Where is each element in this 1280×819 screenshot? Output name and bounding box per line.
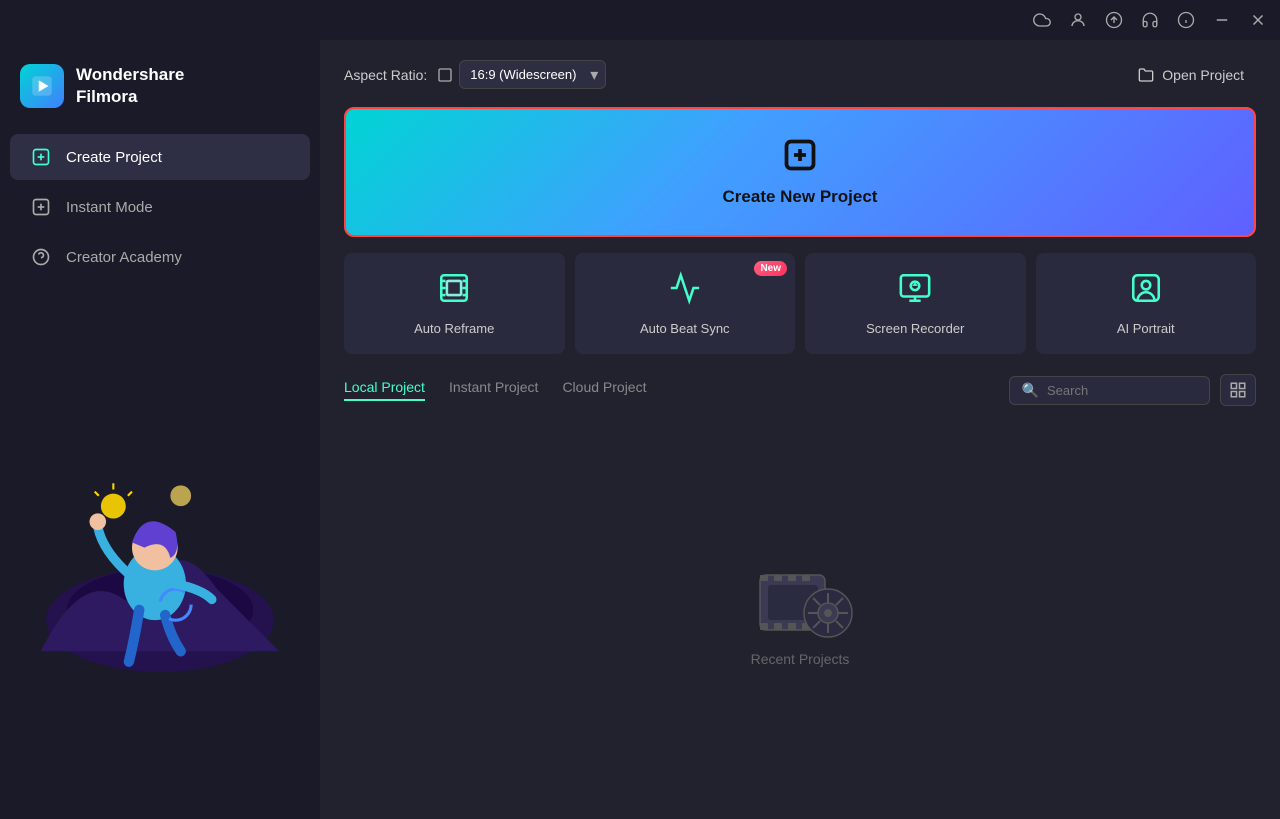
search-input[interactable] (1047, 383, 1197, 398)
grid-view-button[interactable] (1220, 374, 1256, 406)
sidebar-item-instant-mode-label: Instant Mode (66, 199, 153, 216)
sidebar: Wondershare Filmora Create Project Insta… (0, 40, 320, 819)
content-area: Aspect Ratio: 16:9 (Widescreen) 4:3 1:1 … (320, 40, 1280, 819)
ai-portrait-icon (1129, 271, 1163, 313)
sidebar-item-creator-academy-label: Creator Academy (66, 249, 182, 266)
search-area: 🔍 (1009, 374, 1256, 406)
auto-reframe-icon (437, 271, 471, 313)
sidebar-illustration (0, 282, 320, 803)
feature-card-ai-portrait[interactable]: AI Portrait (1036, 253, 1257, 354)
search-icon: 🔍 (1022, 382, 1039, 399)
open-project-button[interactable]: Open Project (1126, 61, 1256, 89)
main-layout: Wondershare Filmora Create Project Insta… (0, 40, 1280, 819)
create-banner-icon (782, 137, 818, 181)
title-bar (0, 0, 1280, 40)
screen-recorder-icon (898, 271, 932, 313)
empty-projects-icon (750, 555, 850, 635)
minimize-icon[interactable] (1212, 10, 1232, 30)
aspect-ratio-label: Aspect Ratio: (344, 67, 427, 83)
project-section: Local Project Instant Project Cloud Proj… (344, 374, 1256, 799)
new-badge: New (754, 261, 787, 276)
auto-reframe-label: Auto Reframe (414, 321, 494, 336)
feature-card-auto-beat-sync[interactable]: New Auto Beat Sync (575, 253, 796, 354)
auto-beat-sync-label: Auto Beat Sync (640, 321, 730, 336)
aspect-ratio-selector[interactable]: 16:9 (Widescreen) 4:3 1:1 9:16 (437, 60, 606, 89)
user-icon[interactable] (1068, 10, 1088, 30)
feature-card-screen-recorder[interactable]: Screen Recorder (805, 253, 1026, 354)
cloud-icon[interactable] (1032, 10, 1052, 30)
info-icon[interactable] (1176, 10, 1196, 30)
top-bar: Aspect Ratio: 16:9 (Widescreen) 4:3 1:1 … (344, 60, 1256, 89)
sidebar-item-instant-mode[interactable]: Instant Mode (10, 184, 310, 230)
sidebar-item-create-project[interactable]: Create Project (10, 134, 310, 180)
logo-icon (20, 64, 64, 108)
tab-cloud-project[interactable]: Cloud Project (562, 379, 646, 401)
create-new-project-banner[interactable]: Create New Project (344, 107, 1256, 237)
ai-portrait-label: AI Portrait (1117, 321, 1175, 336)
create-project-icon (30, 146, 52, 168)
screen-recorder-label: Screen Recorder (866, 321, 964, 336)
close-icon[interactable] (1248, 10, 1268, 30)
empty-state: Recent Projects (344, 422, 1256, 799)
upload-icon[interactable] (1104, 10, 1124, 30)
headphone-icon[interactable] (1140, 10, 1160, 30)
tab-local-project[interactable]: Local Project (344, 379, 425, 401)
create-banner-label: Create New Project (723, 187, 878, 207)
logo-text: Wondershare Filmora (76, 64, 184, 108)
tab-instant-project[interactable]: Instant Project (449, 379, 539, 401)
empty-label: Recent Projects (751, 651, 850, 667)
logo-area: Wondershare Filmora (0, 56, 320, 132)
aspect-ratio-select[interactable]: 16:9 (Widescreen) 4:3 1:1 9:16 (459, 60, 606, 89)
search-box[interactable]: 🔍 (1009, 376, 1210, 405)
sidebar-item-create-project-label: Create Project (66, 149, 162, 166)
project-tabs-bar: Local Project Instant Project Cloud Proj… (344, 374, 1256, 406)
creator-academy-icon (30, 246, 52, 268)
feature-card-auto-reframe[interactable]: Auto Reframe (344, 253, 565, 354)
sidebar-item-creator-academy[interactable]: Creator Academy (10, 234, 310, 280)
open-project-label: Open Project (1162, 67, 1244, 83)
aspect-ratio-area: Aspect Ratio: 16:9 (Widescreen) 4:3 1:1 … (344, 60, 606, 89)
feature-cards-grid: Auto Reframe New Auto Beat Sync Screen R… (344, 253, 1256, 354)
instant-mode-icon (30, 196, 52, 218)
auto-beat-sync-icon (668, 271, 702, 313)
project-tabs: Local Project Instant Project Cloud Proj… (344, 379, 646, 401)
